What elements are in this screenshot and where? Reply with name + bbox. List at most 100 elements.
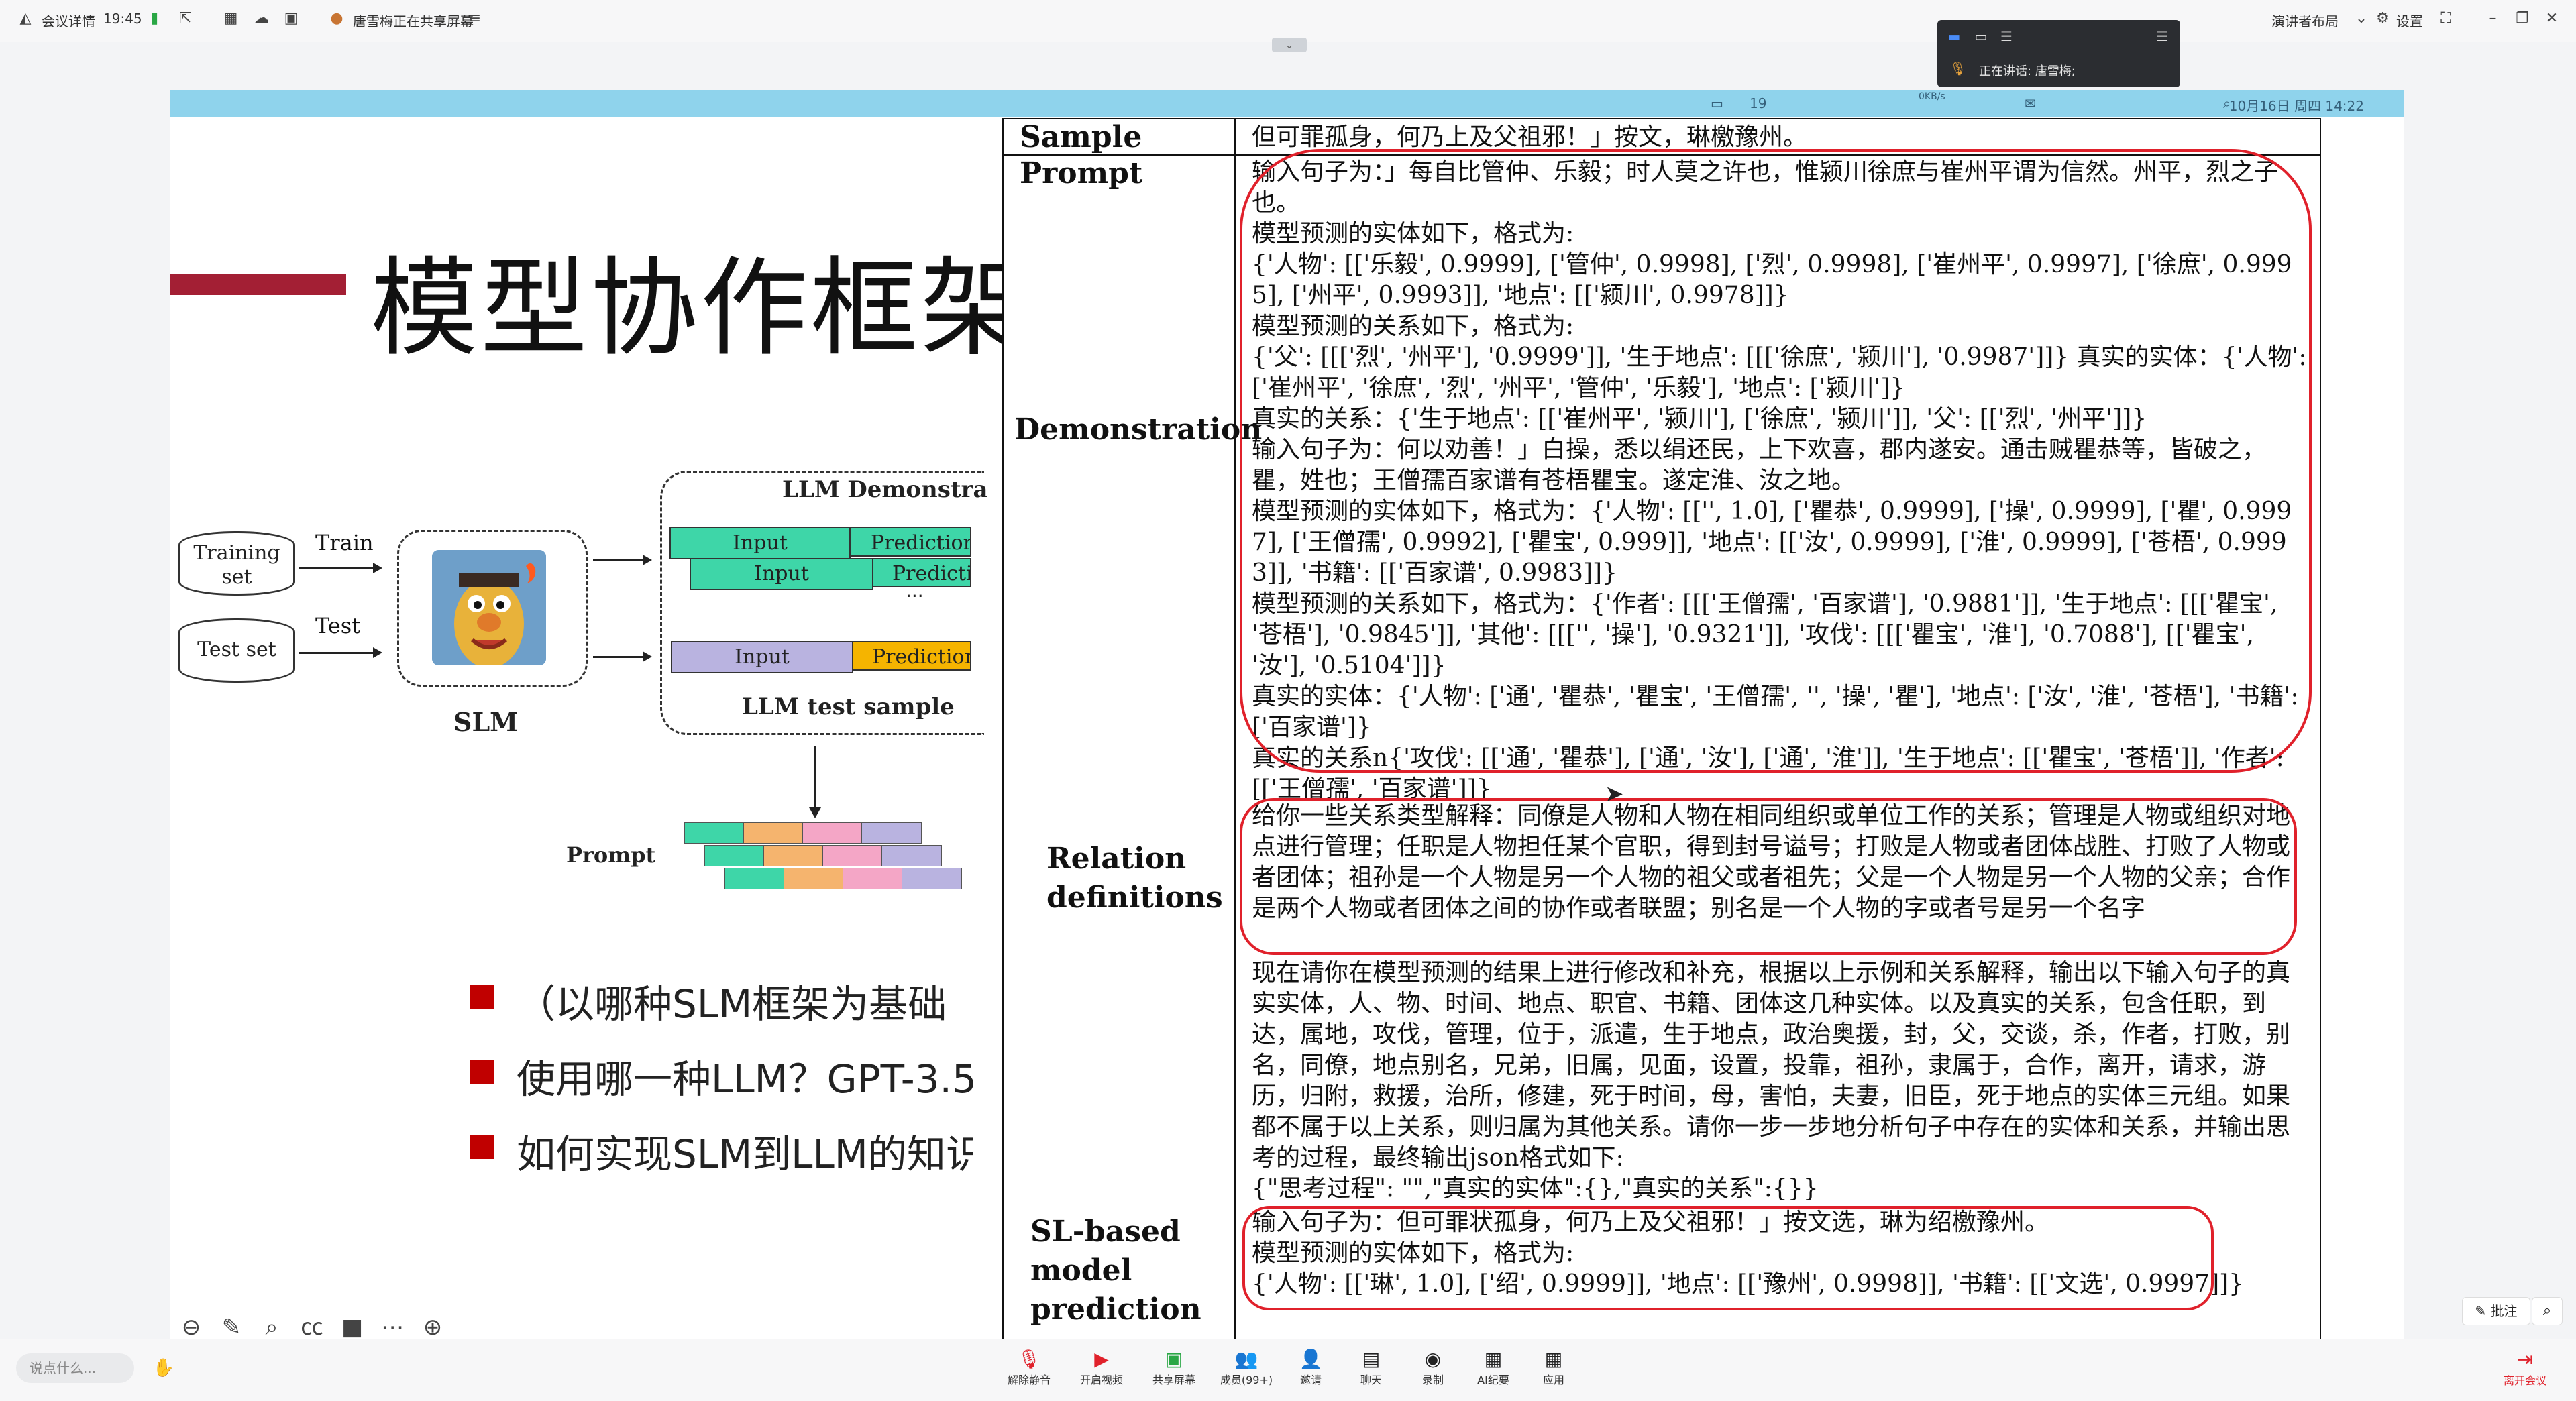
window-icon[interactable]: ▭	[1972, 28, 1990, 44]
fullscreen-icon[interactable]: ⛶	[2436, 9, 2455, 28]
highlight-sl-prediction	[1242, 1206, 2214, 1310]
row-text-instruction: 现在请你在模型预测的结果上进行修改和补充，根据以上示例和关系解释，输出以下输入句…	[1252, 959, 2291, 1202]
meeting-time: 19:45	[103, 11, 142, 27]
chat-input[interactable]: 说点什么...	[16, 1353, 134, 1383]
video-off-icon: ▶	[1094, 1348, 1109, 1370]
ai-minutes-icon: ▦	[1484, 1348, 1503, 1370]
test-input-cell: Input	[671, 641, 853, 673]
mouse-cursor-icon: ➤	[1605, 781, 1624, 807]
mac-menu-bar: ▭ 19 0KB/s ✉ ⌕ 10月16日 周四 14:22	[170, 90, 2404, 117]
bullet-marker	[470, 1135, 494, 1159]
minimize-panel-icon[interactable]: ▬	[1945, 28, 1963, 44]
chat-button[interactable]: ▤ 聊天	[1339, 1348, 1403, 1387]
exit-icon: ⇥	[2516, 1348, 2534, 1371]
pen-icon: ✎	[2475, 1303, 2491, 1319]
demo-ellipsis: ...	[906, 579, 924, 602]
slm-to-demo-arrow	[593, 555, 652, 565]
invite-icon: 👤	[1299, 1348, 1323, 1370]
minimize-icon[interactable]: –	[2483, 9, 2502, 28]
close-icon[interactable]: ✕	[2542, 9, 2561, 28]
row-label-prompt: Prompt	[1020, 156, 1143, 190]
llm-demonstration-title: LLM Demonstra	[782, 476, 988, 503]
external-link-icon[interactable]: ⇱	[176, 9, 195, 28]
signal-icon[interactable]: ▮	[145, 9, 164, 28]
record-icon: ◉	[1424, 1348, 1442, 1370]
test-set-label: Test set	[197, 638, 276, 661]
cloud-icon[interactable]: ☁	[252, 9, 271, 28]
train-label: Train	[315, 530, 374, 555]
down-arrow	[814, 746, 816, 810]
demo-input-cell: Input	[669, 527, 851, 559]
device-icon[interactable]: ▣	[282, 9, 301, 28]
prompt-table: Sample 但可罪孤身，何乃上及父祖邪！」按文，琳檄豫州。 Prompt 输入…	[1002, 118, 2321, 1341]
mic-muted-icon: 🎙	[1017, 1348, 1041, 1370]
row-label-demonstration: Demonstration	[1014, 412, 1263, 447]
restore-icon[interactable]: ❐	[2513, 9, 2532, 28]
list-icon[interactable]: ☰	[1998, 28, 2015, 44]
layout-icon[interactable]: ▦	[221, 9, 240, 28]
members-icon: 👥	[1234, 1348, 1258, 1370]
wechat-icon: ✉	[2025, 95, 2036, 111]
share-screen-button[interactable]: ▣ 共享屏幕	[1142, 1348, 1206, 1387]
test-prediction-cell: Prediction	[852, 641, 971, 671]
meeting-top-bar: ◭ 会议详情 19:45 ▮ ⇱ ▦ ☁ ▣ ● 唐雪梅正在共享屏幕 ≡ 演讲者…	[0, 0, 2576, 42]
test-label: Test	[315, 613, 361, 638]
start-video-button[interactable]: ▶ 开启视频	[1069, 1348, 1134, 1387]
presenter-layout-button[interactable]: 演讲者布局	[2271, 11, 2339, 30]
share-screen-icon: ▣	[1165, 1348, 1183, 1370]
slm-label: SLM	[453, 707, 519, 737]
prompt-label: Prompt	[566, 842, 656, 868]
test-arrow	[299, 647, 382, 658]
speaker-panel: ▬ ▭ ☰ ☰ 🎙 正在讲话: 唐雪梅;	[1937, 20, 2180, 87]
settings-icon[interactable]: ⚙	[2373, 9, 2392, 28]
zoom-icon[interactable]: ⌕	[2532, 1297, 2563, 1325]
notification-badge: 19	[1750, 95, 1767, 111]
chevron-down-icon[interactable]: ⌄	[2352, 9, 2371, 28]
test-set-node: Test set	[178, 618, 295, 683]
raise-hand-icon[interactable]: ✋	[150, 1355, 177, 1382]
speaker-name: 唐雪梅;	[2035, 64, 2076, 78]
leave-meeting-button[interactable]: ⇥ 离开会议	[2493, 1348, 2557, 1388]
meeting-details-link[interactable]: 会议详情	[42, 11, 95, 30]
bullet-text-1: （以哪种SLM框架为基础	[517, 981, 947, 1027]
members-button[interactable]: 👥 成员(99+)	[1214, 1348, 1279, 1387]
annotate-label: 批注	[2490, 1303, 2518, 1319]
invite-button[interactable]: 👤 邀请	[1279, 1348, 1343, 1387]
mic-icon: 🎙	[1949, 60, 1967, 76]
chevron-down-icon[interactable]: ⌄	[1272, 38, 1307, 52]
training-set-node: Training set	[178, 531, 295, 596]
collapse-icon[interactable]: ☰	[2153, 28, 2171, 44]
chat-icon: ▤	[1362, 1348, 1381, 1370]
train-arrow	[299, 563, 382, 573]
ai-minutes-button[interactable]: ▦ AI纪要	[1461, 1348, 1525, 1387]
bullet-text-3: 如何实现SLM到LLM的知识	[517, 1131, 973, 1177]
record-button[interactable]: ◉ 录制	[1401, 1348, 1465, 1387]
bullet-marker	[470, 1060, 494, 1084]
slm-character-image	[432, 550, 546, 665]
demo-input-cell-2: Input	[690, 558, 873, 590]
highlight-demonstration	[1240, 149, 2312, 773]
row-label-relation-definitions: Relation definitions	[1046, 842, 1223, 915]
training-set-label: Training set	[193, 541, 280, 589]
apps-button[interactable]: ▦ 应用	[1521, 1348, 1586, 1387]
slm-to-test-arrow	[593, 651, 652, 662]
app-logo-icon: ◭	[19, 10, 32, 27]
settings-button[interactable]: 设置	[2396, 11, 2423, 30]
row-label-sl-prediction: SL-based model prediction	[1030, 1215, 1201, 1327]
down-arrow-head	[809, 807, 821, 818]
bullet-marker	[470, 985, 494, 1009]
sharing-notice: 唐雪梅正在共享屏幕	[353, 13, 474, 30]
speaking-label: 正在讲话:	[1979, 64, 2032, 78]
unmute-button[interactable]: 🎙 解除静音	[997, 1348, 1061, 1387]
title-accent-bar	[170, 274, 346, 295]
apps-icon: ▦	[1544, 1348, 1563, 1370]
annotate-button[interactable]: ✎ 批注	[2462, 1297, 2530, 1325]
bullet-text-2: 使用哪一种LLM？GPT-3.5	[517, 1056, 973, 1102]
net-speed: 0KB/s	[1919, 91, 1945, 102]
screen-icon: ▭	[1711, 95, 1723, 111]
mac-clock: 10月16日 周四 14:22	[2229, 98, 2364, 114]
llm-test-sample-title: LLM test sample	[742, 693, 955, 720]
share-options-icon[interactable]: ≡	[466, 9, 484, 28]
demo-prediction-cell: Prediction	[849, 527, 971, 557]
row-label-sample: Sample	[1020, 120, 1142, 154]
